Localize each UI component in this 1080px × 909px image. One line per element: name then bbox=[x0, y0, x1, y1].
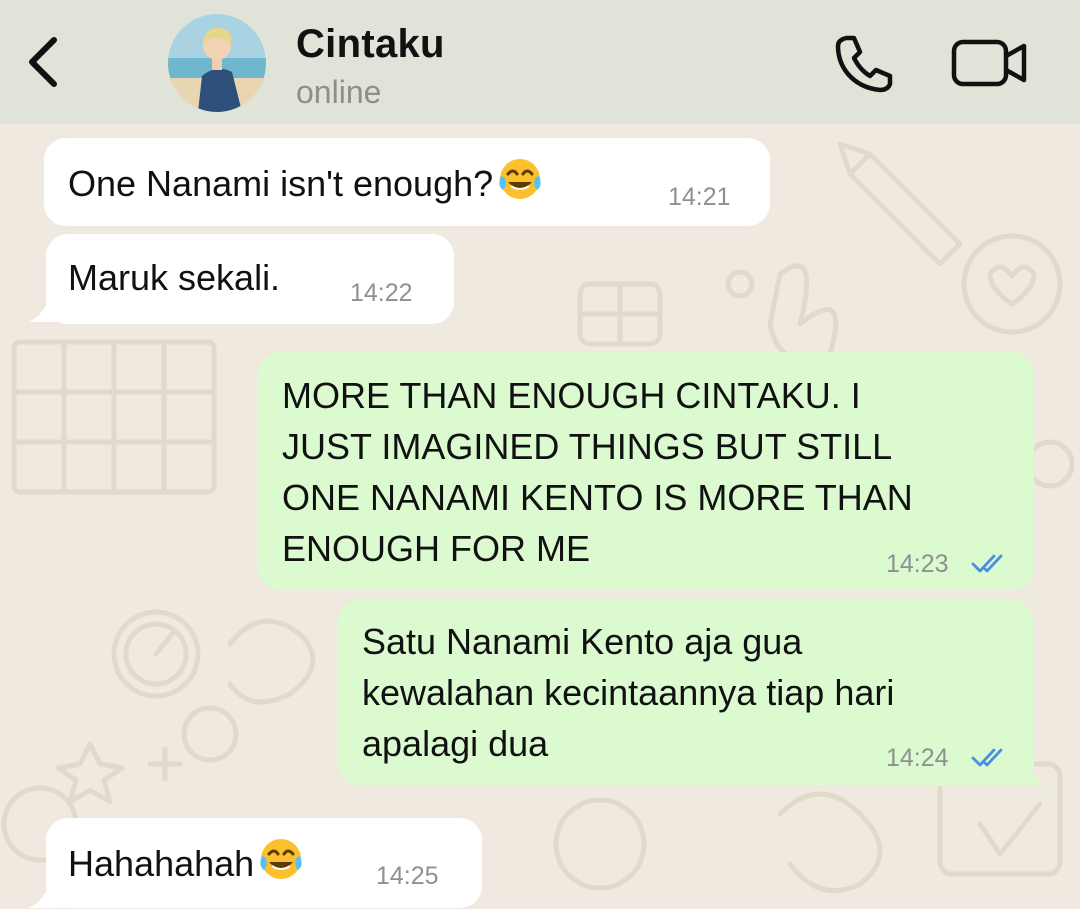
chevron-left-icon bbox=[29, 37, 57, 87]
message-bubble-outgoing[interactable]: MORE THAN ENOUGH CINTAKU. I JUST IMAGINE… bbox=[258, 352, 1034, 590]
message-text: Hahahahah bbox=[68, 836, 304, 895]
message-line: ENOUGH FOR ME bbox=[282, 528, 591, 569]
bubble-tail bbox=[1014, 756, 1048, 786]
message-line: Satu Nanami Kento aja gua bbox=[362, 621, 803, 662]
message-bubble-incoming[interactable]: One Nanami isn't enough? 14:21 bbox=[44, 138, 770, 226]
message-line: MORE THAN ENOUGH CINTAKU. I bbox=[282, 375, 861, 416]
message-text: One Nanami isn't enough? bbox=[68, 156, 543, 215]
message-line: ONE NANAMI KENTO IS MORE THAN bbox=[282, 477, 913, 518]
voice-call-button[interactable] bbox=[830, 32, 896, 94]
message-line: JUST IMAGINED THINGS BUT STILL bbox=[282, 426, 893, 467]
message-time: 14:24 bbox=[886, 744, 949, 772]
double-check-icon bbox=[971, 554, 1003, 573]
message-bubble-incoming[interactable]: Maruk sekali. 14:22 bbox=[46, 234, 454, 324]
message-line: apalagi dua bbox=[362, 723, 549, 764]
message-text-content: Hahahahah bbox=[68, 843, 255, 884]
message-text: Maruk sekali. bbox=[68, 257, 281, 298]
video-call-button[interactable] bbox=[950, 38, 1030, 88]
video-camera-icon bbox=[951, 39, 1027, 87]
chat-message-list[interactable]: One Nanami isn't enough? 14:21 Maruk sek… bbox=[0, 124, 1080, 909]
face-with-tears-of-joy-icon bbox=[497, 156, 543, 215]
back-button[interactable] bbox=[18, 30, 70, 94]
avatar[interactable] bbox=[168, 14, 266, 112]
message-bubble-outgoing[interactable]: Satu Nanami Kento aja gua kewalahan keci… bbox=[338, 600, 1034, 786]
contact-status: online bbox=[296, 74, 382, 110]
contact-name[interactable]: Cintaku bbox=[296, 22, 445, 67]
message-time: 14:23 bbox=[886, 550, 949, 578]
phone-icon bbox=[835, 35, 893, 93]
chat-header: Cintaku online bbox=[0, 0, 1080, 124]
message-time: 14:22 bbox=[350, 279, 413, 307]
message-line: kewalahan kecintaannya tiap hari bbox=[362, 672, 895, 713]
message-text-content: One Nanami isn't enough? bbox=[68, 163, 494, 204]
double-check-icon bbox=[971, 748, 1003, 767]
message-bubble-incoming[interactable]: Hahahahah 14:25 bbox=[46, 818, 482, 908]
message-time: 14:25 bbox=[376, 862, 439, 890]
message-time: 14:21 bbox=[668, 183, 731, 211]
face-with-tears-of-joy-icon bbox=[258, 836, 304, 895]
